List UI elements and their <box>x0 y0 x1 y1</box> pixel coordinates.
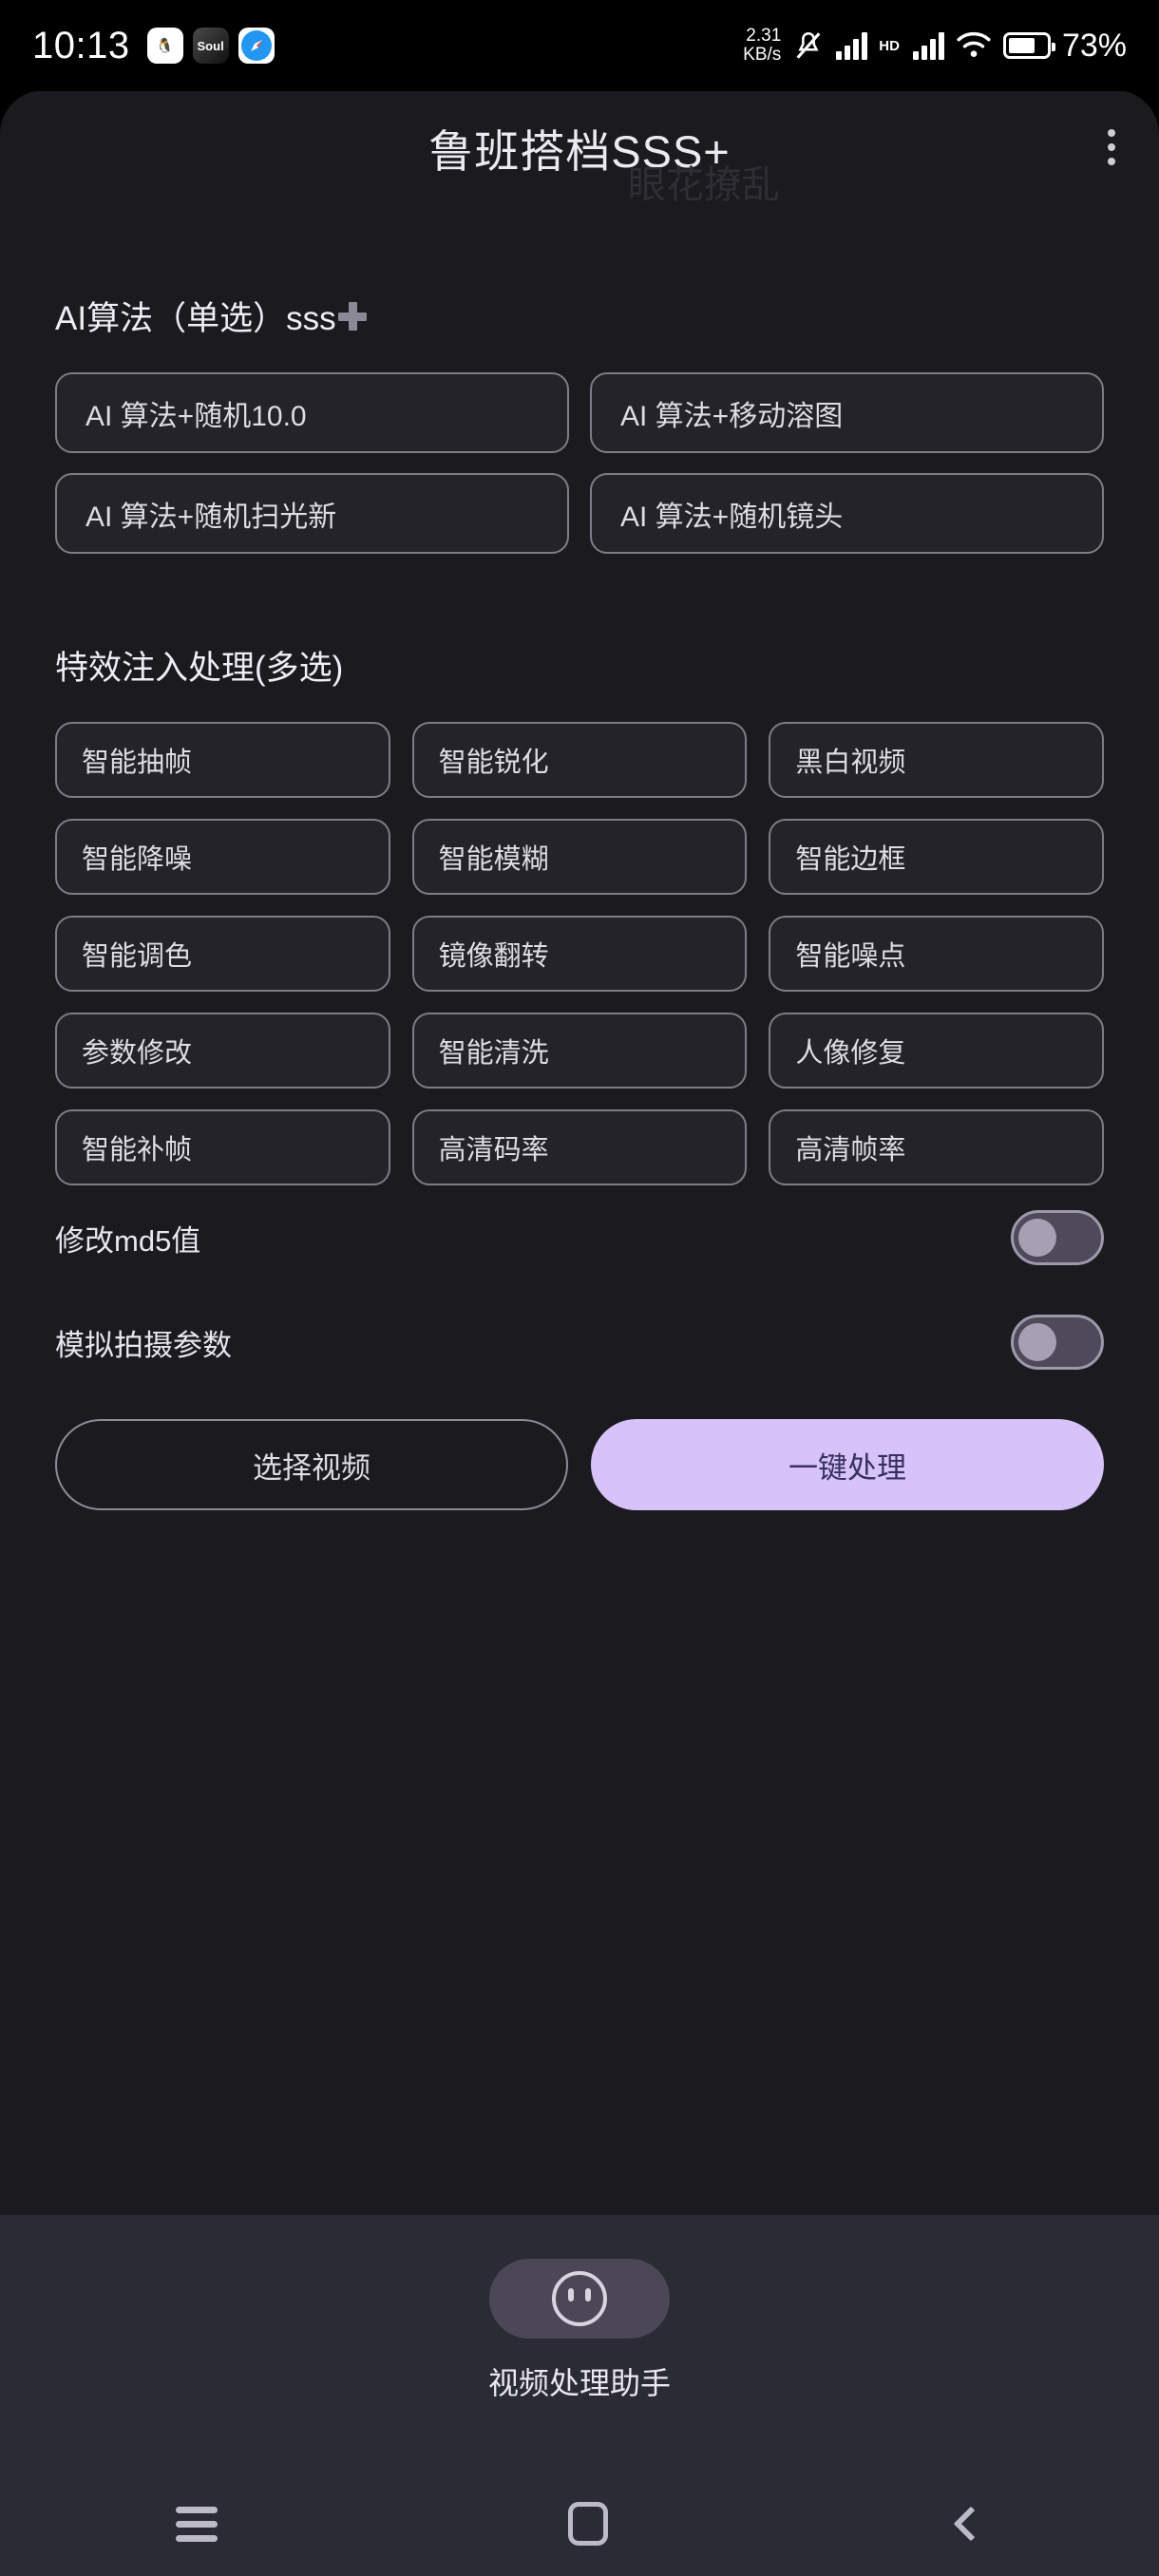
toggle-label-md5: 修改md5值 <box>55 1223 201 1258</box>
status-clock: 10:13 <box>32 24 130 66</box>
app-title-bar: 鲁班搭档SSS+ 眼花撩乱 <box>0 90 1159 206</box>
effect-option[interactable]: 智能清洗 <box>411 1013 748 1089</box>
toggle-label-camera-params: 模拟拍摄参数 <box>55 1328 232 1362</box>
network-speed: 2.31 KB/s <box>743 27 781 65</box>
toggle-row-camera-params: 模拟拍摄参数 <box>55 1290 1104 1394</box>
effect-option[interactable]: 智能抽帧 <box>55 722 390 798</box>
safari-icon <box>238 28 275 64</box>
effect-option[interactable]: 黑白视频 <box>769 722 1104 798</box>
effect-option[interactable]: 智能边框 <box>769 819 1104 895</box>
effect-option[interactable]: 参数修改 <box>55 1013 390 1089</box>
action-buttons: 选择视频 一键处理 <box>55 1419 1104 1510</box>
hd-label: HD <box>879 37 900 54</box>
effects-heading: 特效注入处理(多选) <box>55 641 1104 690</box>
qq-icon: 🐧 <box>146 28 183 64</box>
network-speed-unit: KB/s <box>743 45 782 65</box>
effect-option[interactable]: 智能调色 <box>55 916 390 992</box>
mute-vibrate-icon <box>792 29 825 62</box>
soul-icon: Soul <box>192 28 229 64</box>
toggle-switch-camera-params[interactable] <box>1011 1315 1104 1370</box>
effect-option[interactable]: 智能噪点 <box>769 916 1104 992</box>
plus-icon[interactable] <box>337 301 367 331</box>
kebab-menu-icon[interactable] <box>1098 120 1125 175</box>
recents-icon <box>175 2506 218 2542</box>
nav-recents-button[interactable] <box>119 2490 275 2559</box>
algorithm-options-grid: AI 算法+随机10.0 AI 算法+移动溶图 AI 算法+随机扫光新 AI 算… <box>55 372 1104 554</box>
network-speed-value: 2.31 <box>746 26 782 46</box>
algorithm-option[interactable]: AI 算法+随机10.0 <box>55 372 569 453</box>
effect-option[interactable]: 智能补帧 <box>55 1109 390 1185</box>
status-app-icons: 🐧 Soul <box>146 28 275 64</box>
effects-heading-label: 特效注入处理(多选) <box>55 650 344 687</box>
algorithms-heading-label: AI算法（单选）sss <box>55 300 336 337</box>
status-bar: 10:13 🐧 Soul 2.31 KB/s HD 73% <box>0 0 1159 91</box>
home-icon <box>567 2502 608 2546</box>
app-card: 鲁班搭档SSS+ 眼花撩乱 AI算法（单选）sss AI 算法+随机10.0 A… <box>0 90 1159 2215</box>
wifi-icon <box>956 31 992 60</box>
one-click-process-button[interactable]: 一键处理 <box>591 1419 1104 1510</box>
system-nav-bar <box>0 2472 1159 2576</box>
effect-option[interactable]: 镜像翻转 <box>411 916 748 992</box>
effects-options-grid: 智能抽帧 智能锐化 黑白视频 智能降噪 智能模糊 智能边框 智能调色 镜像翻转 … <box>55 722 1104 1185</box>
assistant-button[interactable] <box>489 2259 670 2339</box>
signal-sim2-icon <box>912 31 944 60</box>
main-content: AI算法（单选）sss AI 算法+随机10.0 AI 算法+移动溶图 AI 算… <box>0 292 1159 1510</box>
effect-option[interactable]: 高清码率 <box>411 1109 748 1185</box>
effect-option[interactable]: 智能模糊 <box>411 819 748 895</box>
assistant-label: 视频处理助手 <box>487 2366 671 2400</box>
smiley-face-icon <box>552 2271 607 2326</box>
nav-home-button[interactable] <box>511 2485 665 2563</box>
toggle-row-md5: 修改md5值 <box>55 1185 1104 1290</box>
title-wrap: 鲁班搭档SSS+ 眼花撩乱 <box>428 115 780 206</box>
lower-panel: 视频处理助手 <box>0 2215 1159 2576</box>
battery-icon <box>1002 32 1055 59</box>
effect-option[interactable]: 智能锐化 <box>411 722 748 798</box>
back-icon <box>953 2506 989 2542</box>
algorithm-option[interactable]: AI 算法+随机扫光新 <box>55 473 569 554</box>
hd-volte-icon: HD <box>879 38 902 54</box>
algorithm-option[interactable]: AI 算法+随机镜头 <box>590 473 1104 554</box>
phone-screen: 10:13 🐧 Soul 2.31 KB/s HD 73% 鲁班搭档SSS+ 眼… <box>0 0 1159 2576</box>
effect-option[interactable]: 人像修复 <box>769 1013 1104 1089</box>
select-video-button[interactable]: 选择视频 <box>55 1419 568 1510</box>
page-title: 鲁班搭档SSS+ <box>428 125 731 177</box>
status-right-icons: 2.31 KB/s HD 73% <box>743 27 1127 65</box>
algorithms-heading: AI算法（单选）sss <box>55 292 1104 340</box>
nav-back-button[interactable] <box>902 2494 1040 2553</box>
signal-sim1-icon <box>836 31 868 60</box>
assistant-block: 视频处理助手 <box>0 2259 1159 2403</box>
toggle-switch-md5[interactable] <box>1011 1210 1104 1265</box>
effect-option[interactable]: 高清帧率 <box>769 1109 1104 1185</box>
battery-percent: 73% <box>1061 27 1127 64</box>
effect-option[interactable]: 智能降噪 <box>55 819 390 895</box>
algorithm-option[interactable]: AI 算法+移动溶图 <box>590 372 1104 453</box>
